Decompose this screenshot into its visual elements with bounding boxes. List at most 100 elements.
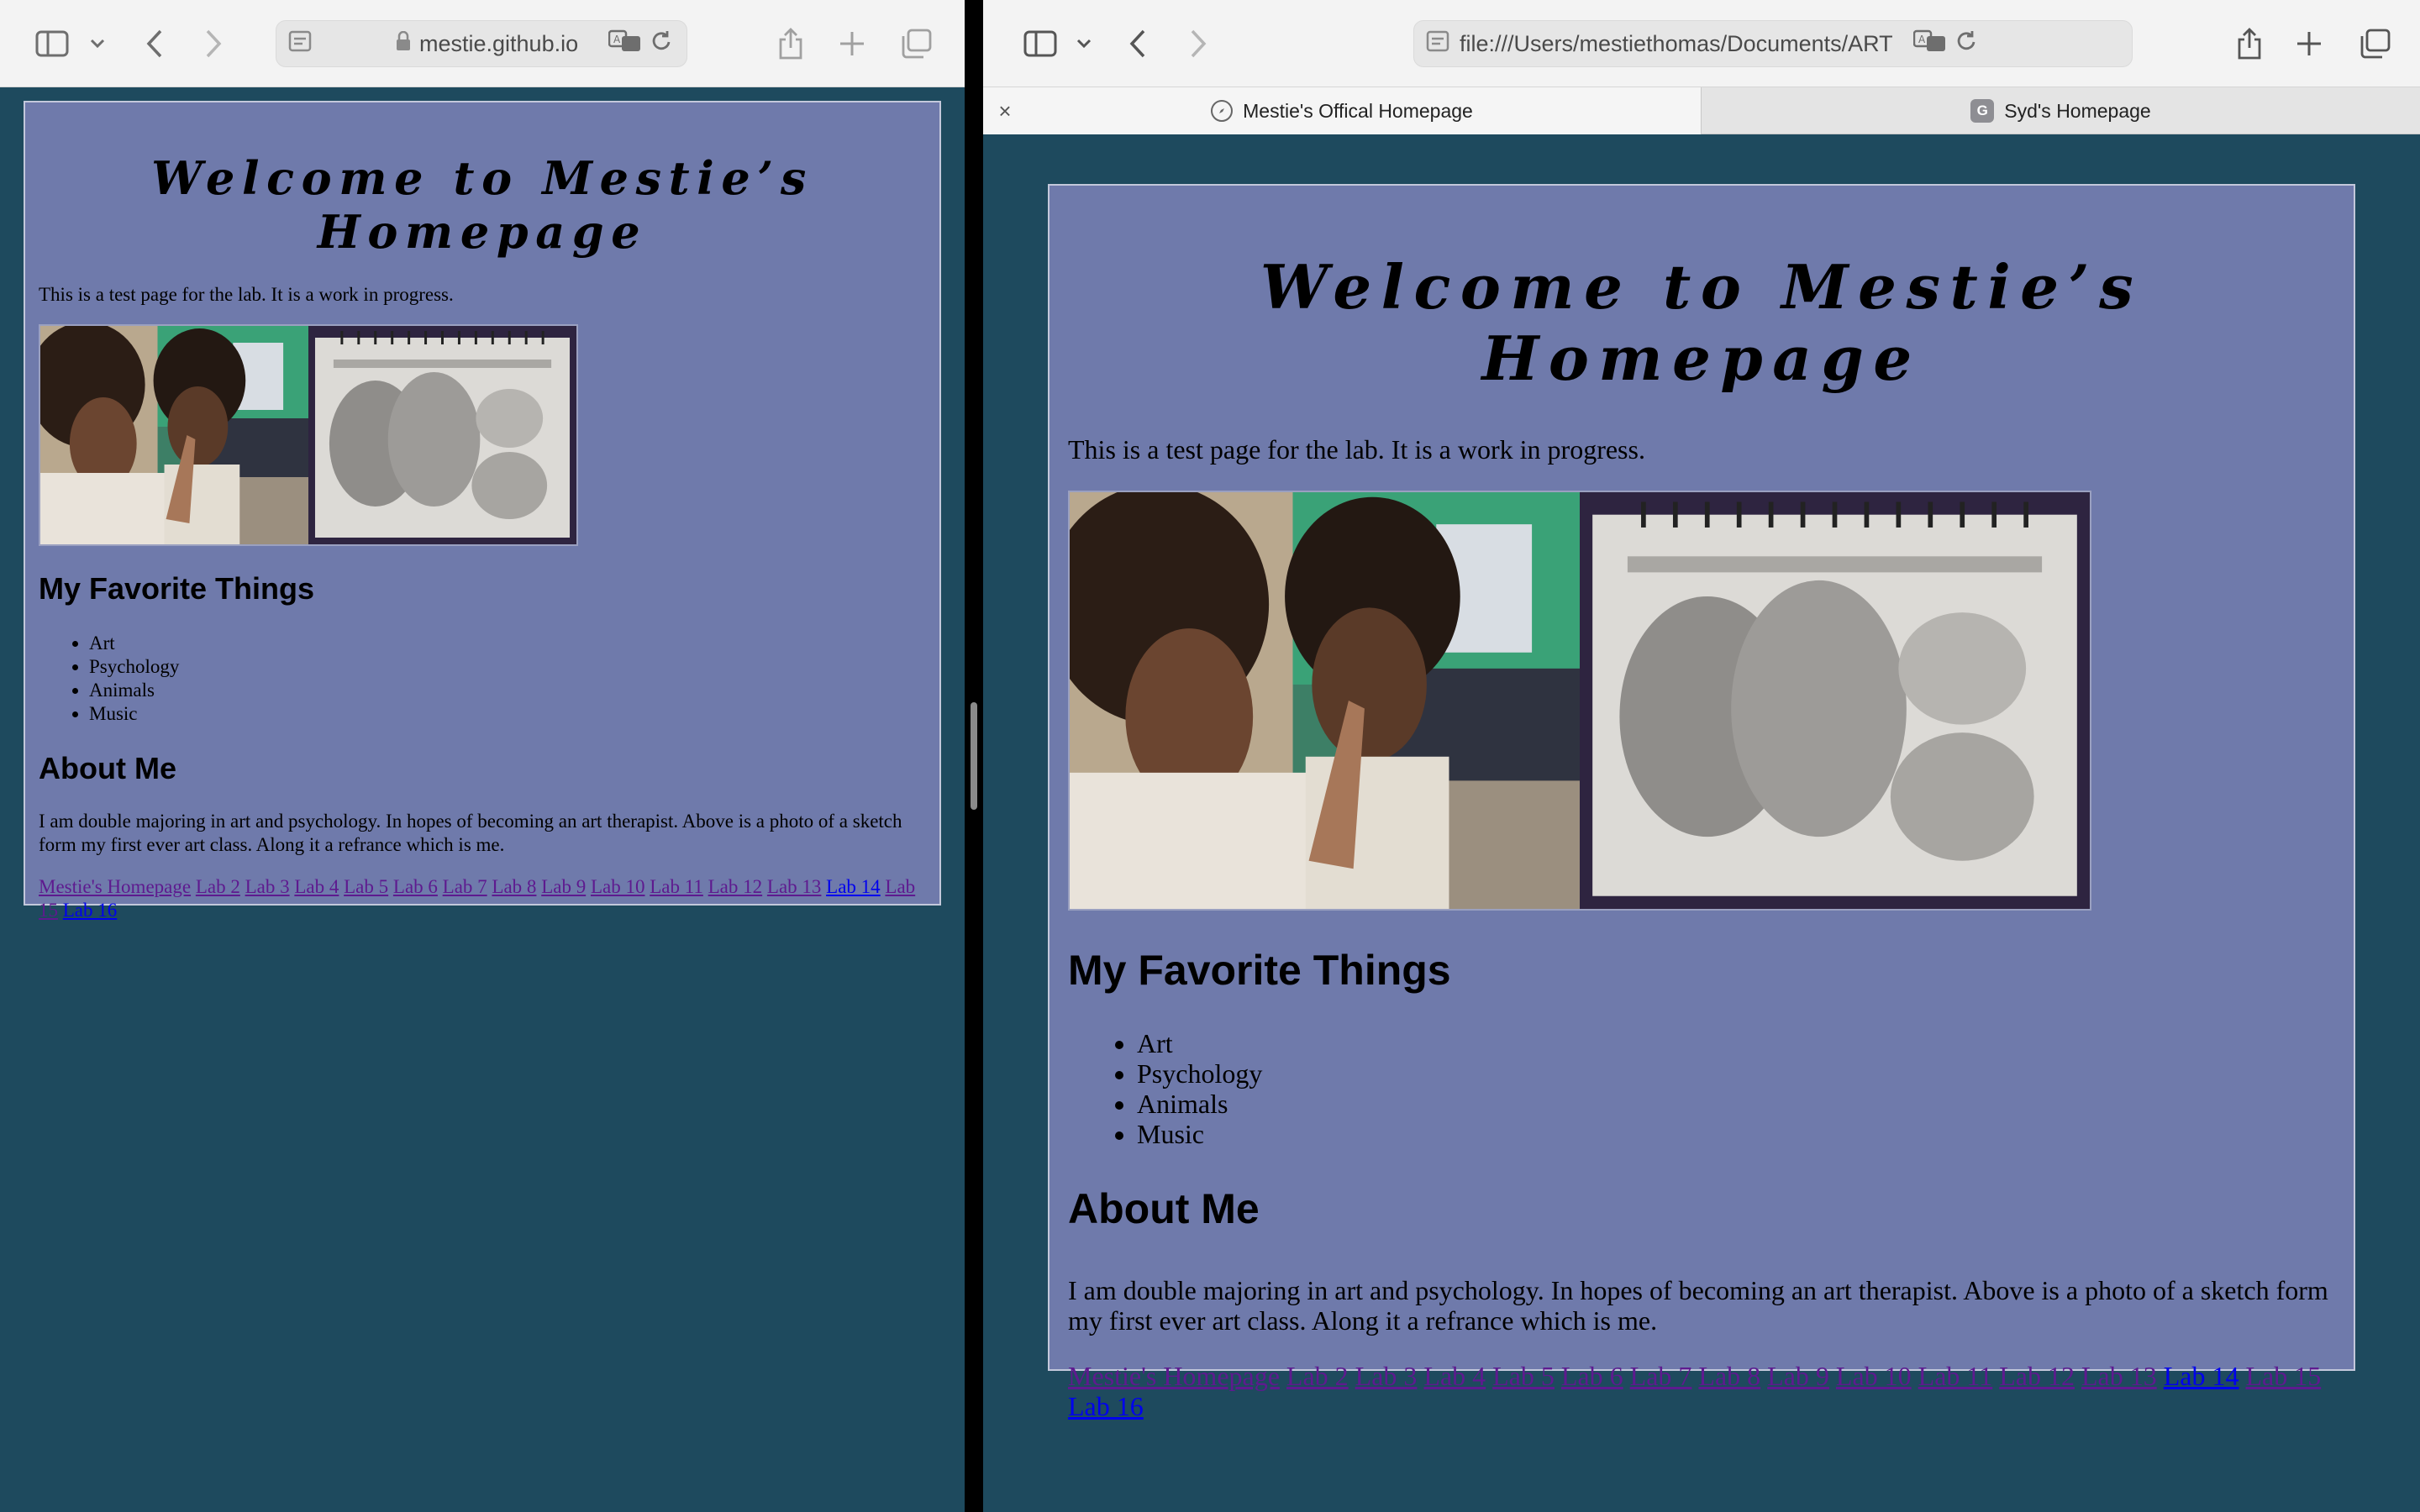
- sidebar-toggle-icon[interactable]: [32, 25, 72, 62]
- link-lab-14[interactable]: Lab 14: [2164, 1361, 2239, 1391]
- address-bar[interactable]: mestie.github.io A: [276, 20, 687, 67]
- forward-icon[interactable]: [200, 25, 227, 62]
- tab-mestie-homepage[interactable]: × Mestie's Offical Homepage: [983, 87, 1701, 134]
- link-lab-2[interactable]: Lab 2: [1286, 1361, 1349, 1391]
- link-lab-6[interactable]: Lab 6: [393, 876, 438, 897]
- address-text: mestie.github.io: [419, 30, 579, 56]
- link-lab-7[interactable]: Lab 7: [1630, 1361, 1692, 1391]
- link-lab-3[interactable]: Lab 3: [1355, 1361, 1418, 1391]
- chevron-down-icon[interactable]: [1074, 25, 1094, 62]
- link-lab-12[interactable]: Lab 12: [708, 876, 763, 897]
- link-lab-3[interactable]: Lab 3: [245, 876, 290, 897]
- link-lab-16[interactable]: Lab 16: [63, 900, 118, 921]
- svg-text:A: A: [613, 34, 621, 45]
- link-lab-5[interactable]: Lab 5: [1492, 1361, 1555, 1391]
- link-lab-12[interactable]: Lab 12: [1999, 1361, 2075, 1391]
- back-icon[interactable]: [1124, 25, 1151, 62]
- link-lab-8[interactable]: Lab 8: [492, 876, 536, 897]
- link-lab-13[interactable]: Lab 13: [767, 876, 822, 897]
- link-lab-15[interactable]: Lab 15: [2245, 1361, 2321, 1391]
- address-text: file:///Users/mestiethomas/Documents/ART: [1460, 30, 1893, 56]
- sketch-photo: [1580, 492, 2090, 909]
- browser-toolbar: mestie.github.io A: [0, 0, 965, 87]
- favorites-list: Art Psychology Animals Music: [1068, 1028, 2335, 1149]
- share-icon[interactable]: [775, 25, 807, 62]
- new-tab-icon[interactable]: [837, 25, 867, 62]
- share-icon[interactable]: [2233, 25, 2265, 62]
- close-icon[interactable]: ×: [993, 98, 1017, 123]
- mirror-photo: [40, 326, 308, 544]
- about-text: I am double majoring in art and psycholo…: [39, 811, 902, 855]
- tab-bar: × Mestie's Offical Homepage G Syd's Home…: [983, 87, 2420, 134]
- page-title: Welcome to Mestie’s Homepage: [1260, 251, 2144, 394]
- tab-overview-icon[interactable]: [2358, 25, 2391, 62]
- page-icon: [1426, 30, 1449, 58]
- new-tab-icon[interactable]: [2294, 25, 2324, 62]
- link-lab-2[interactable]: Lab 2: [196, 876, 240, 897]
- web-page: Welcome to Mestie’s Homepage This is a t…: [24, 101, 941, 921]
- about-text: I am double majoring in art and psycholo…: [1068, 1275, 2328, 1336]
- back-icon[interactable]: [141, 25, 168, 62]
- favorites-heading: My Favorite Things: [39, 571, 315, 606]
- page-icon: [288, 30, 312, 58]
- link-lab-11[interactable]: Lab 11: [1918, 1361, 1993, 1391]
- lab-links: Mestie's Homepage Lab 2 Lab 3 Lab 4 Lab …: [39, 875, 926, 922]
- address-bar[interactable]: file:///Users/mestiethomas/Documents/ART…: [1413, 20, 2133, 67]
- link-lab-13[interactable]: Lab 13: [2081, 1361, 2157, 1391]
- tab-overview-icon[interactable]: [899, 25, 933, 62]
- link-lab-9[interactable]: Lab 9: [541, 876, 586, 897]
- mirror-photo: [1070, 492, 1580, 909]
- link-lab-9[interactable]: Lab 9: [1767, 1361, 1829, 1391]
- split-view-divider[interactable]: [965, 0, 983, 1512]
- list-item: Animals: [89, 679, 926, 702]
- link-lab-11[interactable]: Lab 11: [650, 876, 703, 897]
- link-homepage[interactable]: Mestie's Homepage: [1068, 1361, 1280, 1391]
- about-heading: About Me: [1068, 1185, 1260, 1232]
- divider-handle[interactable]: [971, 702, 977, 810]
- list-item: Psychology: [89, 655, 926, 679]
- svg-text:A: A: [1918, 34, 1926, 45]
- compass-icon: [1211, 100, 1234, 122]
- link-lab-16[interactable]: Lab 16: [1068, 1391, 1144, 1421]
- browser-window-left: mestie.github.io A Welcome to Mestie’s H…: [0, 0, 965, 1512]
- translate-icon[interactable]: A: [1912, 29, 1947, 59]
- intro-text: This is a test page for the lab. It is a…: [39, 284, 454, 305]
- link-lab-10[interactable]: Lab 10: [1836, 1361, 1912, 1391]
- link-lab-4[interactable]: Lab 4: [294, 876, 339, 897]
- sidebar-toggle-icon[interactable]: [1020, 25, 1060, 62]
- reload-icon[interactable]: [650, 29, 672, 59]
- link-lab-8[interactable]: Lab 8: [1698, 1361, 1760, 1391]
- link-lab-5[interactable]: Lab 5: [344, 876, 388, 897]
- chevron-down-icon[interactable]: [87, 25, 108, 62]
- sketch-photo: [308, 326, 576, 544]
- web-page: Welcome to Mestie’s Homepage This is a t…: [1048, 184, 2355, 1421]
- browser-toolbar: file:///Users/mestiethomas/Documents/ART…: [983, 0, 2420, 87]
- list-item: Art: [1137, 1028, 2335, 1058]
- link-homepage[interactable]: Mestie's Homepage: [39, 876, 191, 897]
- lock-icon: [396, 30, 411, 57]
- page-title: Welcome to Mestie’s Homepage: [151, 151, 813, 259]
- intro-text: This is a test page for the lab. It is a…: [1068, 434, 1645, 465]
- favorites-list: Art Psychology Animals Music: [39, 632, 926, 726]
- browser-window-right: file:///Users/mestiethomas/Documents/ART…: [983, 0, 2420, 1512]
- about-heading: About Me: [39, 751, 176, 785]
- photo-strip: [1068, 491, 2091, 911]
- tab-label: Mestie's Offical Homepage: [1243, 99, 1473, 122]
- favorites-heading: My Favorite Things: [1068, 947, 1451, 994]
- forward-icon[interactable]: [1185, 25, 1212, 62]
- link-lab-7[interactable]: Lab 7: [443, 876, 487, 897]
- letter-g-icon: G: [1970, 99, 1995, 123]
- link-lab-4[interactable]: Lab 4: [1423, 1361, 1486, 1391]
- photo-strip: [39, 324, 578, 546]
- list-item: Art: [89, 632, 926, 655]
- link-lab-14[interactable]: Lab 14: [826, 876, 881, 897]
- link-lab-10[interactable]: Lab 10: [591, 876, 645, 897]
- translate-icon[interactable]: A: [608, 29, 642, 59]
- lab-links: Mestie's Homepage Lab 2 Lab 3 Lab 4 Lab …: [1068, 1361, 2335, 1421]
- list-item: Animals: [1137, 1089, 2335, 1119]
- tab-syd-homepage[interactable]: G Syd's Homepage: [1701, 87, 2420, 134]
- list-item: Music: [89, 702, 926, 726]
- link-lab-6[interactable]: Lab 6: [1561, 1361, 1623, 1391]
- tab-label: Syd's Homepage: [2004, 99, 2151, 122]
- reload-icon[interactable]: [1955, 29, 1977, 59]
